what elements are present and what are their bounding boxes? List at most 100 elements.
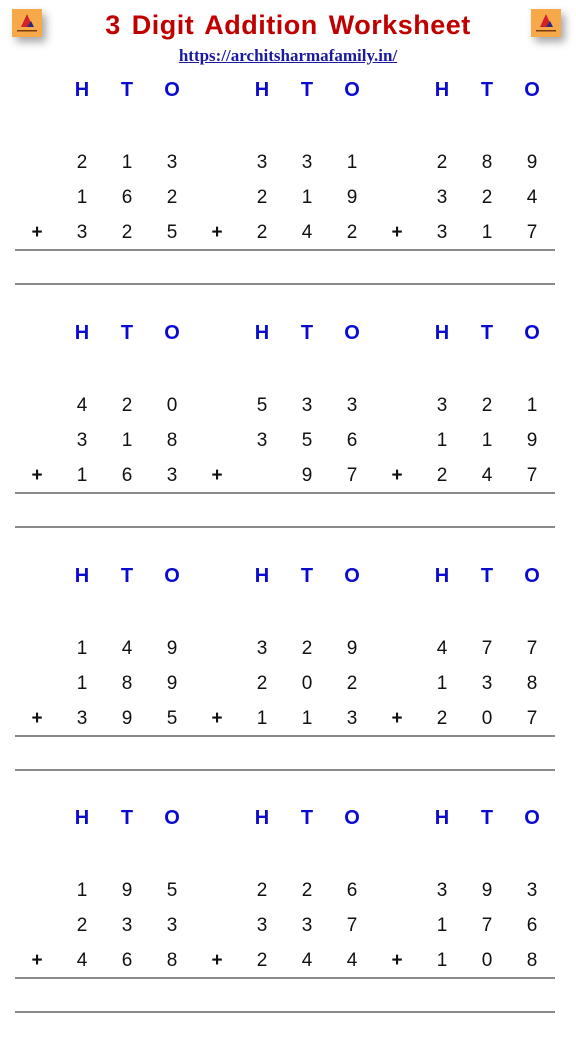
addend-digit: 1 bbox=[76, 187, 88, 208]
addend-digit: 0 bbox=[301, 673, 313, 694]
place-value-heading-t: T bbox=[480, 807, 494, 829]
addend-digit: 1 bbox=[346, 152, 358, 173]
addend-digit: 3 bbox=[121, 915, 133, 936]
addend-digit: 2 bbox=[121, 222, 133, 243]
addend-digit: 7 bbox=[526, 638, 538, 659]
addend-digit: 8 bbox=[166, 950, 178, 971]
addend-digit: 4 bbox=[526, 187, 538, 208]
addend-digit: 9 bbox=[481, 880, 493, 901]
place-value-heading-t: T bbox=[300, 807, 314, 829]
addend-digit: 2 bbox=[301, 880, 313, 901]
place-value-heading-h: H bbox=[434, 807, 450, 829]
addend-digit: 7 bbox=[481, 915, 493, 936]
plus-sign: + bbox=[391, 950, 403, 971]
addend-digit: 0 bbox=[481, 708, 493, 729]
place-value-heading-t: T bbox=[300, 565, 314, 587]
addend-digit: 3 bbox=[256, 638, 268, 659]
addend-digit: 3 bbox=[166, 465, 178, 486]
addend-digit: 1 bbox=[481, 222, 493, 243]
place-value-heading-h: H bbox=[254, 79, 270, 101]
addend-digit: 3 bbox=[76, 222, 88, 243]
addend-digit: 5 bbox=[166, 222, 178, 243]
addend-digit: 2 bbox=[301, 638, 313, 659]
addend-digit: 4 bbox=[481, 465, 493, 486]
addend-digit: 8 bbox=[526, 673, 538, 694]
addend-digit: 2 bbox=[436, 465, 448, 486]
addend-digit: 3 bbox=[346, 395, 358, 416]
addend-digit: 3 bbox=[166, 915, 178, 936]
addend-digit: 1 bbox=[76, 673, 88, 694]
addend-digit: 3 bbox=[76, 708, 88, 729]
plus-sign: + bbox=[211, 222, 223, 243]
plus-sign: + bbox=[31, 465, 43, 486]
addend-digit: 8 bbox=[121, 673, 133, 694]
place-value-heading-h: H bbox=[74, 79, 90, 101]
addend-digit: 4 bbox=[76, 395, 88, 416]
addend-digit: 7 bbox=[481, 638, 493, 659]
addend-digit: 9 bbox=[121, 708, 133, 729]
addend-digit: 3 bbox=[481, 673, 493, 694]
place-value-heading-h: H bbox=[74, 807, 90, 829]
place-value-heading-t: T bbox=[480, 565, 494, 587]
addend-digit: 2 bbox=[256, 673, 268, 694]
worksheet-title: 3 Digit Addition Worksheet bbox=[105, 10, 471, 40]
addend-digit: 6 bbox=[121, 187, 133, 208]
addend-digit: 4 bbox=[76, 950, 88, 971]
addend-digit: 3 bbox=[526, 880, 538, 901]
addend-digit: 1 bbox=[481, 430, 493, 451]
plus-sign: + bbox=[211, 950, 223, 971]
addend-digit: 8 bbox=[526, 950, 538, 971]
addend-digit: 7 bbox=[526, 222, 538, 243]
addend-digit: 3 bbox=[76, 430, 88, 451]
addend-digit: 2 bbox=[76, 915, 88, 936]
addend-digit: 2 bbox=[436, 708, 448, 729]
addend-digit: 3 bbox=[301, 395, 313, 416]
addend-digit: 3 bbox=[436, 187, 448, 208]
place-value-heading-o: O bbox=[164, 322, 180, 344]
plus-sign: + bbox=[31, 708, 43, 729]
place-value-heading-t: T bbox=[480, 79, 494, 101]
addend-digit: 9 bbox=[301, 465, 313, 486]
plus-sign: + bbox=[31, 950, 43, 971]
addend-digit: 2 bbox=[76, 152, 88, 173]
plus-sign: + bbox=[391, 465, 403, 486]
problem-row-4: H T O 1 9 5 2 3 3 +4 6 8 H T O 2 2 6 3 3 7 +2 4 4 H T O 3 9 3 1 7 6 +1 0 8 bbox=[0, 807, 576, 1051]
addend-digit: 6 bbox=[526, 915, 538, 936]
addend-digit: 3 bbox=[301, 915, 313, 936]
addend-digit: 9 bbox=[346, 638, 358, 659]
website-link[interactable]: https://architsharmafamily.in/ bbox=[0, 45, 576, 67]
addend-digit: 2 bbox=[166, 187, 178, 208]
addend-digit: 1 bbox=[76, 465, 88, 486]
sum-line bbox=[15, 492, 555, 494]
place-value-heading-o: O bbox=[344, 807, 360, 829]
place-value-heading-t: T bbox=[120, 322, 134, 344]
addend-digit: 4 bbox=[346, 950, 358, 971]
addend-digit: 2 bbox=[346, 673, 358, 694]
addend-digit: 2 bbox=[256, 950, 268, 971]
place-value-heading-o: O bbox=[524, 322, 540, 344]
addend-digit: 6 bbox=[121, 465, 133, 486]
answer-line bbox=[15, 283, 555, 285]
addend-digit: 4 bbox=[301, 222, 313, 243]
addend-digit: 9 bbox=[526, 152, 538, 173]
addend-digit: 2 bbox=[256, 187, 268, 208]
addend-digit: 3 bbox=[256, 915, 268, 936]
plus-sign: + bbox=[211, 465, 223, 486]
addend-digit: 1 bbox=[436, 430, 448, 451]
addend-digit: 7 bbox=[526, 465, 538, 486]
addend-digit: 3 bbox=[436, 395, 448, 416]
place-value-heading-t: T bbox=[300, 79, 314, 101]
addend-digit: 3 bbox=[436, 222, 448, 243]
place-value-heading-o: O bbox=[344, 322, 360, 344]
place-value-heading-h: H bbox=[254, 322, 270, 344]
plus-sign: + bbox=[211, 708, 223, 729]
addend-digit: 1 bbox=[301, 708, 313, 729]
answer-line bbox=[15, 526, 555, 528]
addend-digit: 2 bbox=[121, 395, 133, 416]
addend-digit: 1 bbox=[436, 673, 448, 694]
problem-row-2: H T O 4 2 0 3 1 8 +1 6 3 H T O 5 3 3 3 5 6 +9 7 H T O 3 2 1 1 1 9 +2 4 7 bbox=[0, 322, 576, 566]
addend-digit: 1 bbox=[436, 915, 448, 936]
place-value-heading-h: H bbox=[254, 565, 270, 587]
sum-line bbox=[15, 249, 555, 251]
place-value-heading-o: O bbox=[164, 565, 180, 587]
